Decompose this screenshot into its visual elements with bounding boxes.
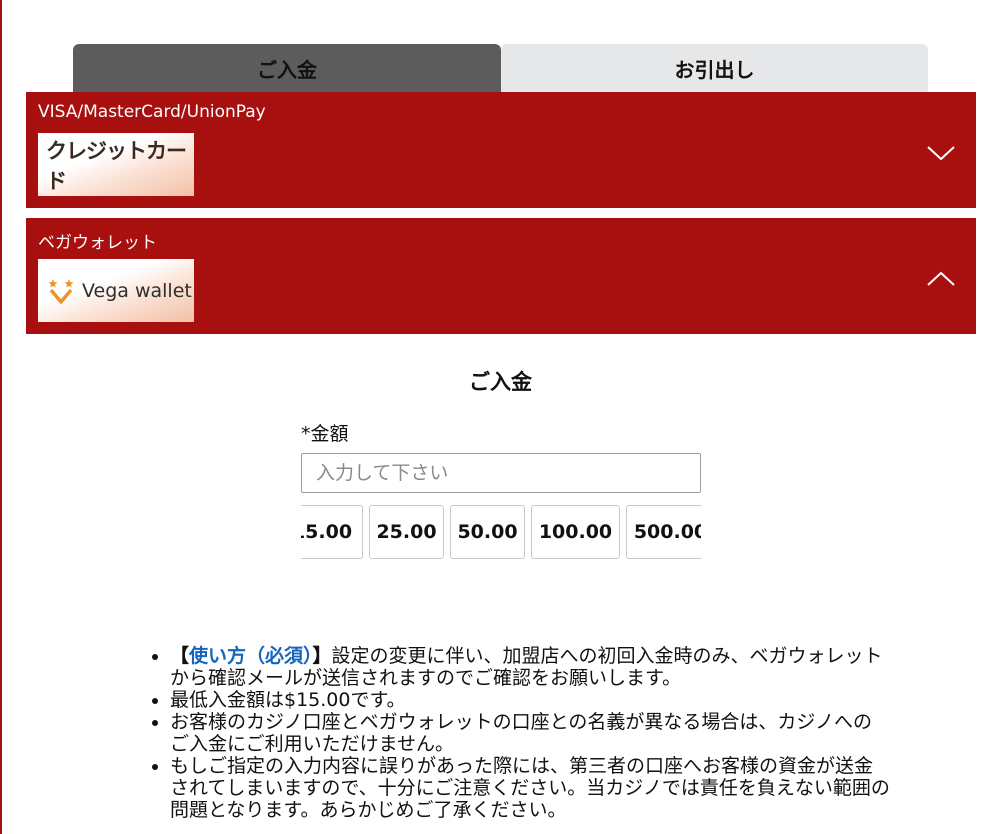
amount-label: *金額 <box>301 423 349 445</box>
page-left-border <box>0 0 2 834</box>
note-bracket-open: 【 <box>170 645 190 667</box>
deposit-form-title: ご入金 <box>469 370 532 394</box>
chevron-down-icon[interactable] <box>926 144 956 162</box>
vega-wallet-logo-text: Vega wallet <box>82 279 192 302</box>
amount-input[interactable] <box>301 453 701 493</box>
credit-card-logo: クレジットカード <box>38 133 194 196</box>
tab-deposit[interactable]: ご入金 <box>73 44 501 92</box>
payment-method-title: ベガウォレット <box>38 233 157 253</box>
payment-method-credit-card[interactable]: VISA/MasterCard/UnionPay クレジットカード <box>26 92 976 208</box>
note-item: 最低入金額は$15.00です。 <box>170 689 890 711</box>
chevron-up-icon[interactable] <box>926 270 956 288</box>
payment-method-title: VISA/MasterCard/UnionPay <box>38 102 266 122</box>
note-bracket-close: 】 <box>312 645 332 667</box>
vega-wallet-logo: Vega wallet <box>38 259 194 322</box>
note-item: もしご指定の入力内容に誤りがあった際には、第三者の口座へお客様の資金が送金されて… <box>170 755 890 821</box>
tab-withdraw[interactable]: お引出し <box>501 44 928 92</box>
how-to-link[interactable]: 使い方（必須） <box>189 645 313 667</box>
note-item: お客様のカジノ口座とベガウォレットの口座との名義が異なる場合は、カジノへのご入金… <box>170 711 890 755</box>
deposit-notes: 【使い方（必須）】設定の変更に伴い、加盟店への初回入金時のみ、ベガウォレットから… <box>148 645 890 821</box>
tab-bar: ご入金 お引出し <box>73 44 928 92</box>
preset-amount-button[interactable]: 100.00 <box>531 505 620 559</box>
vega-star-icon <box>48 278 74 304</box>
preset-amount-button[interactable]: 15.00 <box>301 505 363 559</box>
preset-amounts: 15.00 25.00 50.00 100.00 500.00 <box>301 505 701 559</box>
preset-amount-button[interactable]: 25.00 <box>369 505 444 559</box>
preset-amount-button[interactable]: 50.00 <box>450 505 525 559</box>
payment-method-vega-wallet[interactable]: ベガウォレット Vega wallet <box>26 218 976 334</box>
credit-card-logo-text: クレジットカード <box>46 138 187 193</box>
preset-amount-button[interactable]: 500.00 <box>626 505 701 559</box>
note-item: 【使い方（必須）】設定の変更に伴い、加盟店への初回入金時のみ、ベガウォレットから… <box>170 645 890 689</box>
preset-amounts-scroller[interactable]: 15.00 25.00 50.00 100.00 500.00 <box>301 505 701 561</box>
